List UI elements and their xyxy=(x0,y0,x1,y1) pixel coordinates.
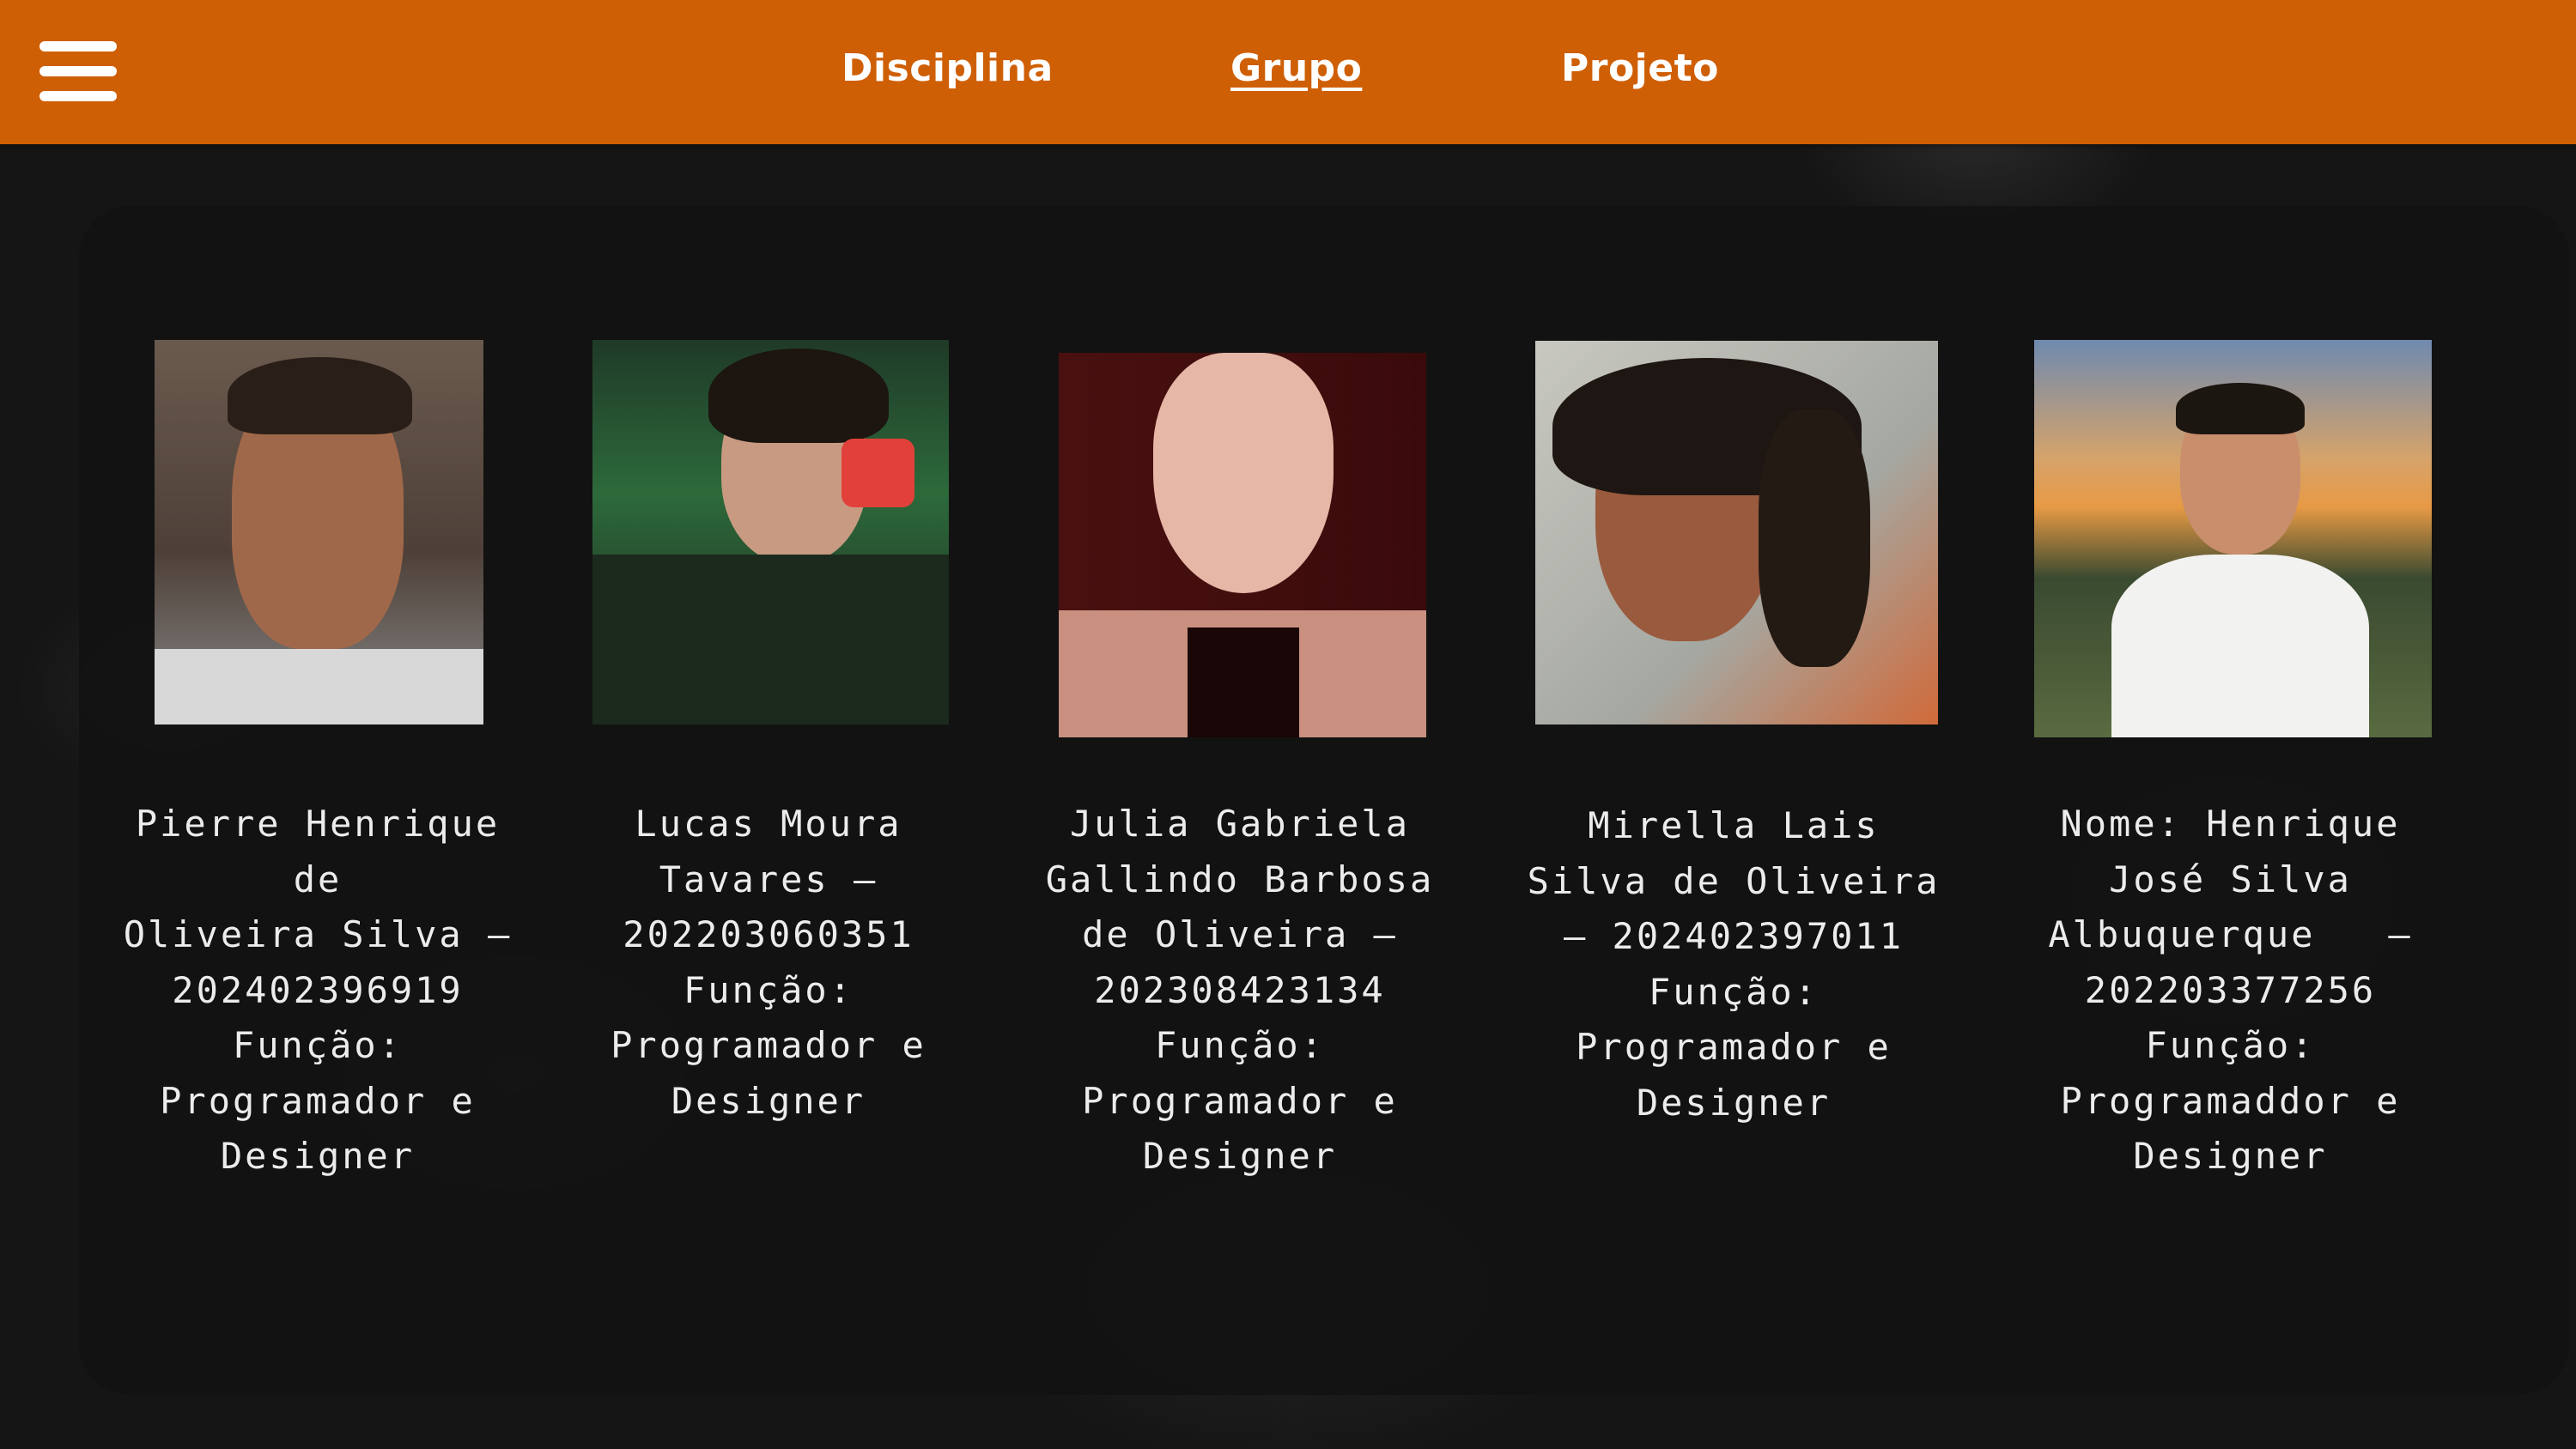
member-id: 202203060351 xyxy=(623,913,914,955)
nav-link-disciplina[interactable]: Disciplina xyxy=(841,46,1054,90)
member-role: Programador e xyxy=(611,1024,927,1066)
member-role: Programador e xyxy=(1082,1079,1398,1122)
member-name-line: Silva de Oliveira xyxy=(1527,859,1941,902)
member-role-label: Função: xyxy=(1154,1024,1325,1066)
top-navbar: Disciplina Grupo Projeto xyxy=(0,0,2576,144)
member-info-3: Julia Gabriela Gallindo Barbosa de Olive… xyxy=(1042,797,1437,1185)
member-info-5: Nome: Henrique José Silva Albuquerque – … xyxy=(2026,797,2434,1185)
member-id: – 202402397011 xyxy=(1563,915,1904,957)
member-name-line: de Oliveira – xyxy=(1082,913,1398,955)
member-name-line: José Silva xyxy=(2109,858,2352,900)
member-name-line: Pierre Henrique de xyxy=(135,803,501,900)
member-role-label: Função: xyxy=(2145,1024,2316,1066)
member-role: Programador e xyxy=(160,1079,476,1122)
member-role-label: Função: xyxy=(683,968,854,1011)
member-name-line: Albuquerque – xyxy=(2048,913,2413,955)
member-role-label: Função: xyxy=(1648,970,1819,1013)
member-role: Designer xyxy=(1142,1135,1338,1177)
nav-link-grupo[interactable]: Grupo xyxy=(1230,46,1362,90)
member-info-4: Mirella Lais Silva de Oliveira – 2024023… xyxy=(1523,798,1944,1131)
page: Disciplina Grupo Projeto Pierre Henrique xyxy=(0,0,2576,1449)
member-role: Programaddor e xyxy=(2060,1079,2401,1122)
member-photo xyxy=(1059,353,1426,737)
menu-bar xyxy=(39,91,117,101)
member-role-label: Função: xyxy=(232,1024,403,1066)
member-name-line: Gallindo Barbosa xyxy=(1045,858,1435,900)
member-info-1: Pierre Henrique de Oliveira Silva – 2024… xyxy=(112,797,524,1185)
member-name-line: Lucas Moura xyxy=(635,803,902,845)
member-name-line: Oliveira Silva – xyxy=(123,913,513,955)
member-role: Designer xyxy=(671,1079,866,1122)
member-id: 202203377256 xyxy=(2084,968,2377,1011)
member-role: Programador e xyxy=(1576,1026,1892,1068)
member-role: Designer xyxy=(1636,1081,1832,1124)
member-photo xyxy=(1535,341,1938,724)
menu-bar xyxy=(39,66,117,76)
menu-bar xyxy=(39,41,117,52)
hamburger-menu-icon[interactable] xyxy=(39,41,117,101)
member-name-line: Mirella Lais xyxy=(1588,804,1880,846)
member-info-2: Lucas Moura Tavares – 202203060351 Funçã… xyxy=(580,797,957,1129)
member-id: 202308423134 xyxy=(1094,968,1386,1011)
member-photo xyxy=(155,340,483,724)
member-role: Designer xyxy=(2133,1135,2328,1177)
member-name-line: Tavares – xyxy=(659,858,878,900)
nav-link-projeto[interactable]: Projeto xyxy=(1561,46,1719,90)
member-role: Designer xyxy=(220,1135,416,1177)
member-photo xyxy=(2034,340,2432,737)
member-name-line: Nome: Henrique xyxy=(2060,803,2401,845)
member-id: 202402396919 xyxy=(172,968,464,1011)
member-photo xyxy=(592,340,949,724)
member-name-line: Julia Gabriela xyxy=(1069,803,1410,845)
